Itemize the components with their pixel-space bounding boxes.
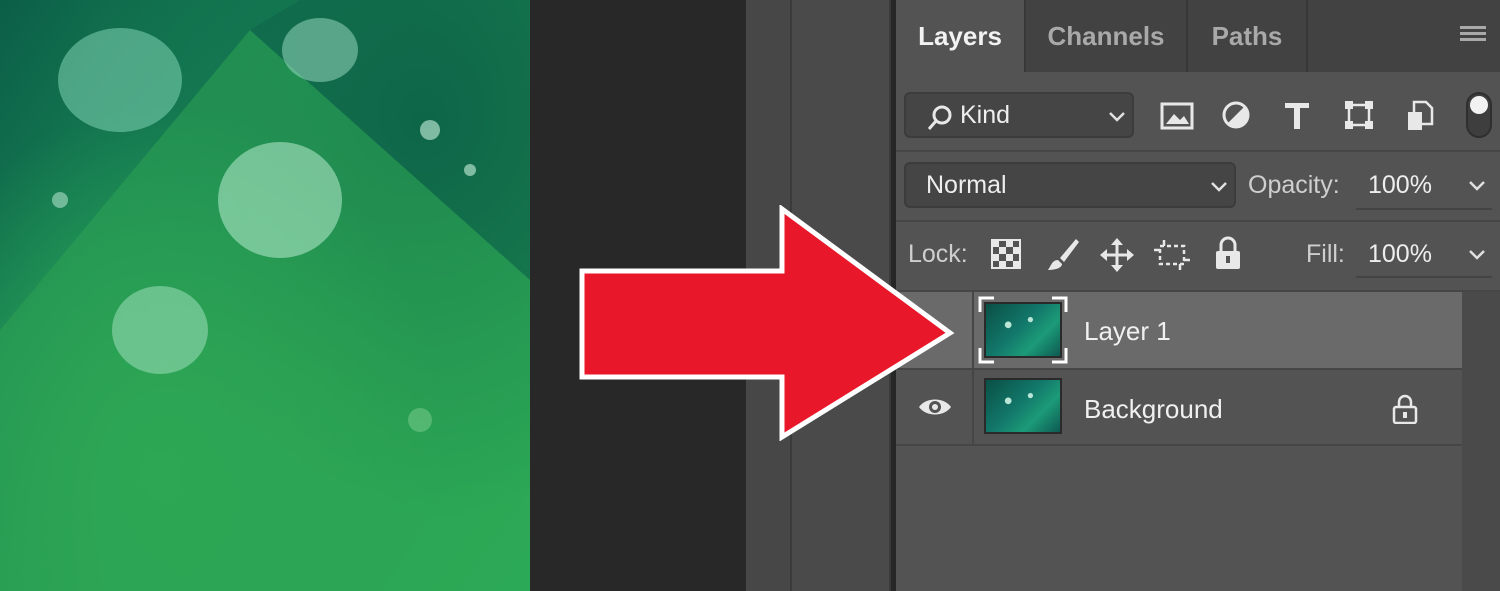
panel-menu-icon[interactable] [1460,26,1486,46]
tab-paths[interactable]: Paths [1188,0,1308,72]
chevron-down-icon [1109,112,1125,122]
image-filter-icon[interactable] [1160,101,1194,131]
callout-arrow-icon [579,205,955,441]
fill-value: 100% [1368,240,1432,268]
opacity-field[interactable]: 100% [1356,162,1492,210]
lock-transparent-icon[interactable] [991,239,1021,269]
smart-object-filter-icon[interactable] [1406,100,1434,132]
lock-position-icon[interactable] [1100,238,1134,272]
layer-row-layer-1[interactable]: Layer 1 [896,292,1462,368]
lock-image-icon[interactable] [1046,236,1080,272]
opacity-value: 100% [1368,171,1432,199]
layer-row-background[interactable]: Background [896,370,1462,446]
chevron-down-icon [1469,181,1485,191]
filter-kind-label: Kind [960,101,1011,129]
layer-name[interactable]: Background [1084,394,1223,425]
blend-mode-value: Normal [926,171,1007,199]
shape-filter-icon[interactable] [1344,100,1374,130]
fill-label: Fill: [1306,240,1345,268]
layer-name[interactable]: Layer 1 [1084,316,1171,347]
layers-scrollbar[interactable] [1462,292,1500,591]
tab-channels[interactable]: Channels [1026,0,1188,72]
chevron-down-icon [1469,250,1485,260]
adjustment-filter-icon[interactable] [1221,100,1251,130]
row-divider [896,444,1462,446]
water-drops-leaf-image [0,0,530,591]
filter-kind-dropdown[interactable]: Kind [904,92,1134,138]
tab-layers[interactable]: Layers [896,0,1026,72]
lock-artboard-icon[interactable] [1154,238,1190,270]
search-icon [927,105,952,130]
blend-mode-dropdown[interactable]: Normal [904,162,1236,208]
opacity-label: Opacity: [1248,171,1340,199]
filter-toggle-switch[interactable] [1466,92,1492,138]
row-divider [896,150,1500,152]
lock-icon [1392,394,1418,424]
lock-all-icon[interactable] [1214,236,1242,270]
row-divider [896,220,1500,222]
layers-panel: Layers Channels Paths Kind Normal Opacit… [896,0,1500,591]
layer-thumbnail[interactable] [984,378,1062,434]
fill-field[interactable]: 100% [1356,230,1492,278]
selection-corners-icon [978,296,1068,364]
panel-tab-bar: Layers Channels Paths [896,0,1500,72]
type-filter-icon[interactable] [1283,101,1311,131]
document-canvas-photo [0,0,530,591]
chevron-down-icon [1211,182,1227,192]
